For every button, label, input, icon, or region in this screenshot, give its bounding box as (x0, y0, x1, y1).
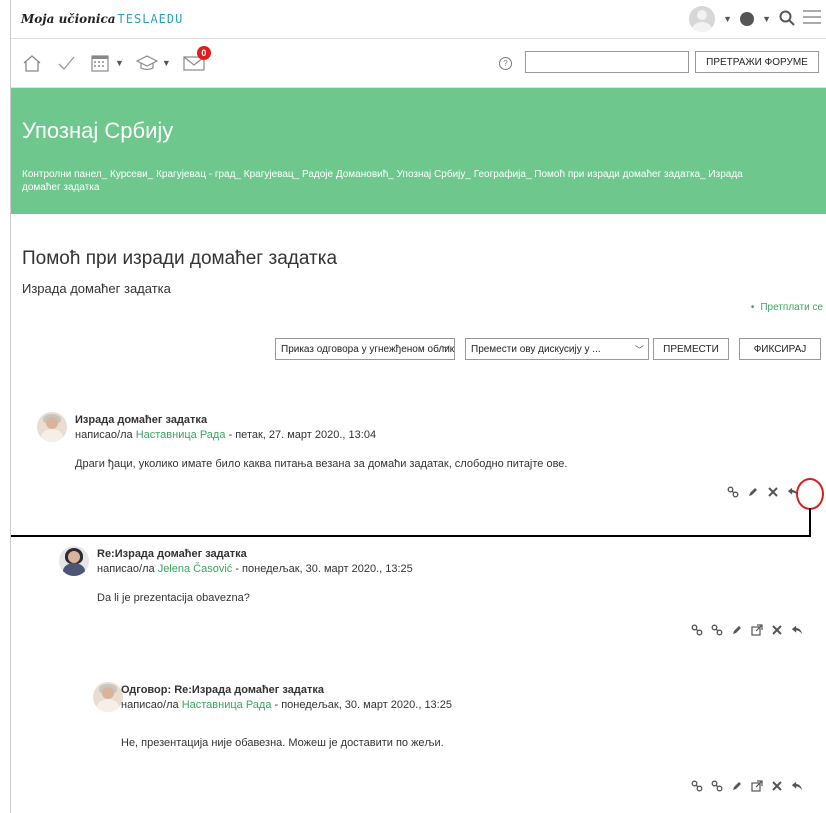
author-link[interactable]: Jelena Časović (158, 563, 233, 575)
graduation-cap-icon[interactable] (135, 52, 158, 74)
parent-link-icon[interactable] (711, 624, 723, 636)
post-body: Драги ђаци, уколико имате било каква пит… (75, 458, 568, 470)
calendar-icon[interactable] (89, 52, 111, 74)
edit-pencil-icon[interactable] (747, 486, 759, 498)
post-body: Не, презентација није обавезна. Можеш је… (121, 737, 444, 749)
author-link[interactable]: Наставница Рада (182, 699, 272, 711)
language-globe-icon[interactable] (740, 12, 755, 26)
site-logo[interactable]: Moja učionica TESLAEDU (21, 12, 183, 26)
quick-toolbar: ▼ ▼ 0 ? ПРЕТРАЖИ ФОРУМЕ (11, 39, 826, 88)
page-frame: Moja učionica TESLAEDU ▼ ▼ ▼ ▼ 0 ? ПРЕТР… (10, 0, 826, 813)
checkmark-icon[interactable] (55, 52, 77, 74)
move-discussion-select[interactable]: Премести ову дискусију у ... ﹀ (465, 338, 649, 360)
permalink-icon[interactable] (727, 486, 739, 498)
chevron-down-icon: ﹀ (634, 345, 644, 355)
post-title: Израда домаћег задатка (75, 414, 208, 426)
reply-icon[interactable] (791, 780, 803, 792)
course-header: Упознај Србију Контролни панел_ Курсеви_… (11, 88, 826, 214)
user-menu-area: ▼ ▼ (689, 6, 821, 32)
callout-line (11, 535, 811, 537)
chevron-down-icon: ﹀ (440, 345, 450, 355)
split-external-icon[interactable] (751, 624, 763, 636)
edit-pencil-icon[interactable] (731, 624, 743, 636)
post-title: Одговор: Re:Израда домаћег задатка (121, 684, 324, 696)
author-avatar[interactable] (59, 546, 89, 576)
author-avatar[interactable] (37, 412, 67, 442)
reply-highlight-circle (796, 478, 824, 510)
permalink-icon[interactable] (691, 780, 703, 792)
breadcrumb[interactable]: Контролни панел_ Курсеви_ Крагујевац - г… (22, 168, 782, 194)
post-meta: написао/ла Наставница Рада - петак, 27. … (75, 429, 377, 441)
search-forums-button[interactable]: ПРЕТРАЖИ ФОРУМЕ (695, 51, 819, 73)
move-button[interactable]: ПРЕМЕСТИ (653, 338, 729, 360)
reply-icon[interactable] (791, 624, 803, 636)
edit-pencil-icon[interactable] (731, 780, 743, 792)
callout-line (809, 508, 811, 536)
page-title: Помоћ при изради домаћег задатка (22, 248, 338, 269)
user-menu-caret-icon[interactable]: ▼ (723, 14, 732, 24)
author-avatar[interactable] (93, 682, 123, 712)
help-icon[interactable]: ? (499, 57, 512, 70)
courses-caret-icon[interactable]: ▼ (162, 58, 171, 68)
delete-icon[interactable] (767, 486, 779, 498)
permalink-icon[interactable] (691, 624, 703, 636)
hamburger-menu-icon[interactable] (803, 9, 821, 29)
discussion-subtitle: Израда домаћег задатка (22, 281, 171, 296)
post-meta: написао/ла Наставница Рада - понедељак, … (121, 699, 452, 711)
display-mode-select[interactable]: Приказ одговора у угнежђеном облику ﹀ (275, 338, 455, 360)
forum-search-input[interactable] (525, 51, 689, 73)
post-body: Da li je prezentacija obavezna? (97, 592, 250, 604)
post-title: Re:Израда домаћег задатка (97, 548, 247, 560)
notification-badge: 0 (196, 46, 211, 60)
post-meta: написао/ла Jelena Časović - понедељак, 3… (97, 563, 413, 575)
delete-icon[interactable] (771, 780, 783, 792)
calendar-caret-icon[interactable]: ▼ (115, 58, 124, 68)
pin-button[interactable]: ФИКСИРАЈ (739, 338, 821, 360)
delete-icon[interactable] (771, 624, 783, 636)
author-link[interactable]: Наставница Рада (136, 429, 226, 441)
home-icon[interactable] (21, 52, 43, 74)
language-caret-icon[interactable]: ▼ (762, 14, 771, 24)
messages-envelope-icon[interactable]: 0 (183, 46, 211, 74)
top-navbar: Moja učionica TESLAEDU ▼ ▼ (11, 0, 826, 39)
subscribe-link[interactable]: • Претплати се (751, 302, 823, 313)
parent-link-icon[interactable] (711, 780, 723, 792)
tesla-logo: TESLAEDU (117, 12, 184, 26)
split-external-icon[interactable] (751, 780, 763, 792)
search-icon[interactable] (779, 10, 795, 29)
course-title: Упознај Србију (22, 118, 174, 143)
user-avatar[interactable] (689, 6, 716, 32)
